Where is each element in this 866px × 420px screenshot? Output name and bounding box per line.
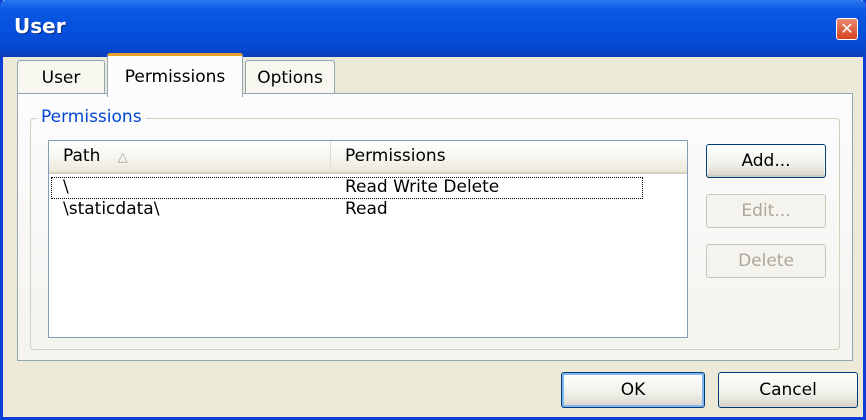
tab-user[interactable]: User [17, 60, 105, 94]
row-path: \staticdata\ [63, 199, 160, 219]
list-header: Path △ Permissions [49, 141, 687, 174]
title-bar[interactable]: User ✕ [0, 0, 866, 57]
ok-button[interactable]: OK [561, 372, 705, 408]
tab-permissions[interactable]: Permissions [107, 53, 243, 97]
delete-button[interactable]: Delete [706, 244, 826, 278]
column-header-path-label: Path [63, 146, 101, 166]
user-dialog: User ✕ User Permissions Options Permissi… [0, 0, 866, 420]
permissions-group-legend: Permissions [37, 107, 146, 127]
tab-options[interactable]: Options [245, 60, 335, 94]
cancel-button[interactable]: Cancel [718, 372, 858, 408]
edit-button[interactable]: Edit... [706, 194, 826, 228]
add-button[interactable]: Add... [706, 144, 826, 178]
permissions-list[interactable]: Path △ Permissions \ Read Write Delete \… [48, 140, 688, 338]
row-path: \ [63, 177, 69, 197]
list-item[interactable]: \ Read Write Delete [51, 177, 643, 199]
column-header-permissions[interactable]: Permissions [331, 141, 687, 172]
close-icon[interactable]: ✕ [836, 18, 858, 40]
column-header-path[interactable]: Path △ [49, 141, 331, 172]
permissions-tab-panel: Permissions Path △ Permissions \ Read Wr… [17, 93, 853, 361]
sort-ascending-icon: △ [117, 150, 128, 165]
window-title: User [14, 14, 66, 38]
row-permissions: Read [345, 199, 388, 219]
list-item[interactable]: \staticdata\ Read [51, 199, 643, 221]
row-permissions: Read Write Delete [345, 177, 500, 197]
